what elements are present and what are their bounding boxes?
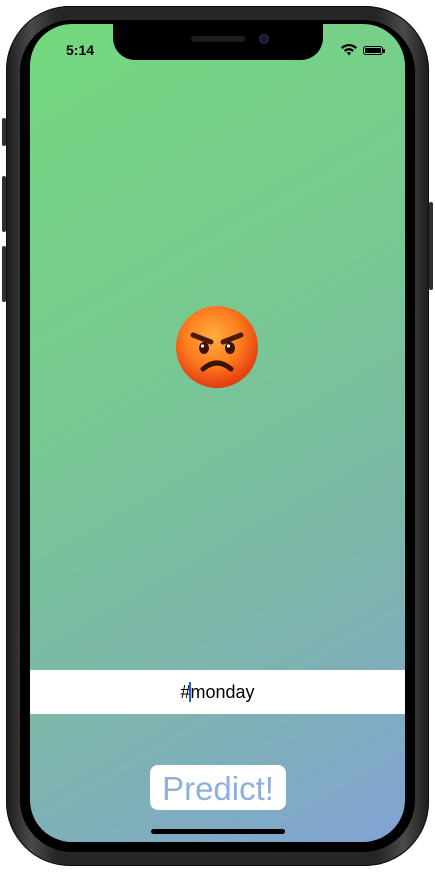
volume-down-button	[2, 246, 6, 302]
wifi-icon	[341, 44, 357, 56]
earpiece-speaker	[191, 36, 245, 42]
hashtag-text: monday	[190, 681, 255, 702]
status-indicators	[341, 44, 385, 56]
volume-up-button	[2, 176, 6, 232]
status-time: 5:14	[66, 42, 95, 58]
angry-face-emoji	[176, 306, 258, 388]
front-camera	[259, 34, 269, 44]
hashtag-input[interactable]: # monday	[30, 670, 405, 714]
app-screen: 5:14 # monday Predict!	[30, 24, 405, 842]
home-indicator[interactable]	[151, 829, 285, 834]
power-button	[429, 202, 433, 290]
notch	[113, 24, 323, 60]
predict-button[interactable]: Predict!	[150, 765, 286, 810]
battery-icon	[363, 45, 385, 55]
silent-switch	[2, 118, 6, 146]
